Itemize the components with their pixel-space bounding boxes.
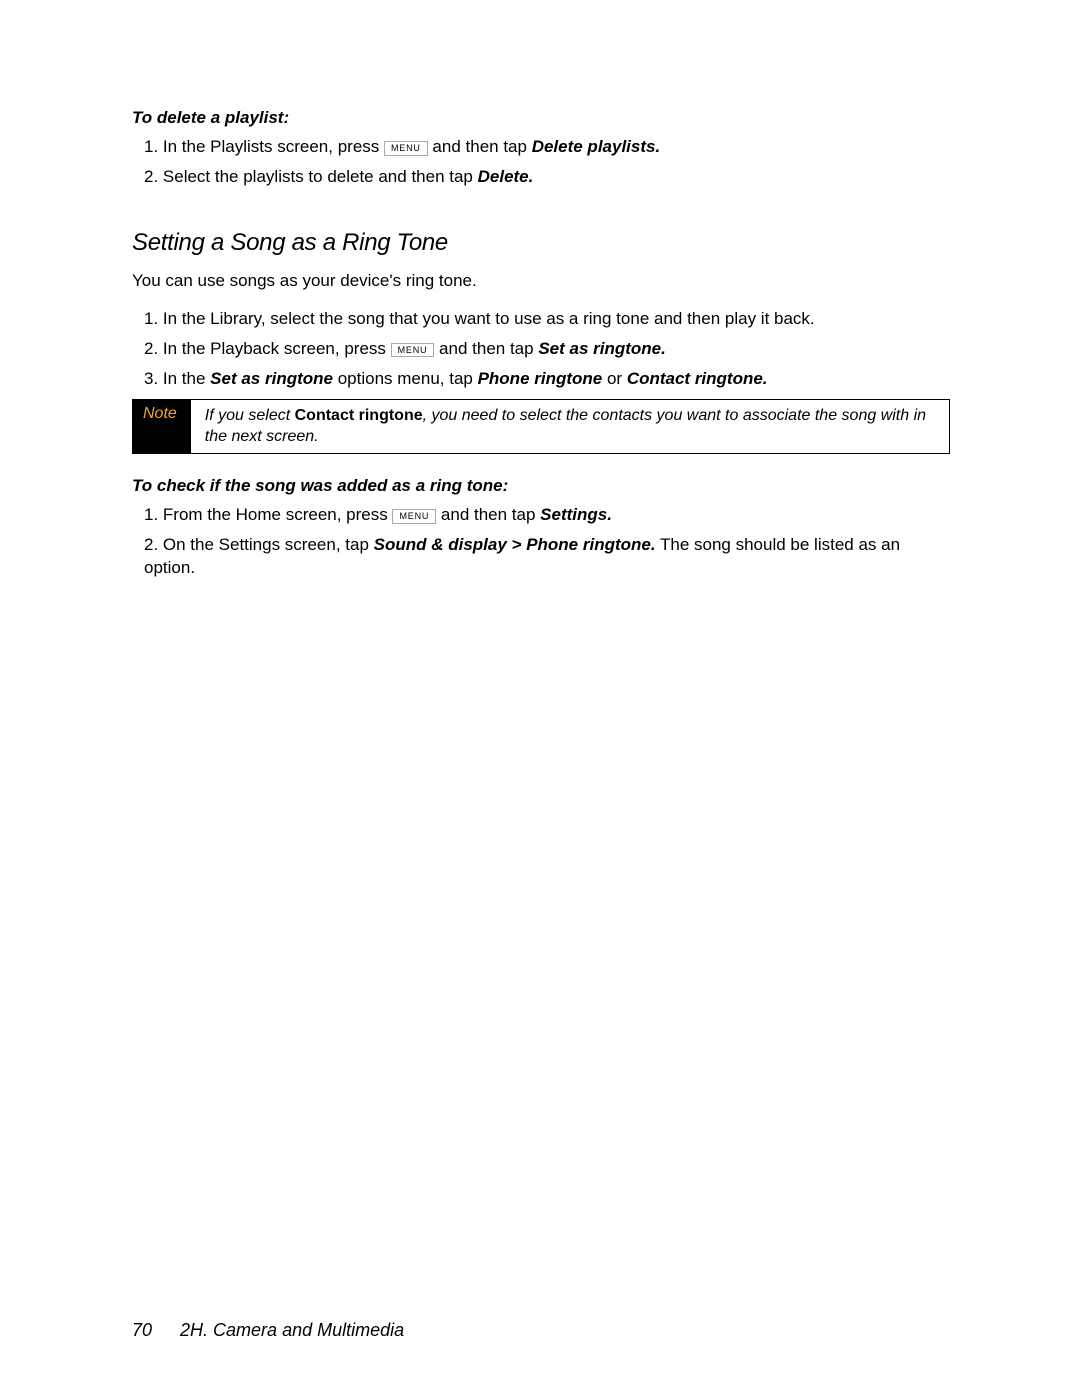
- option-label: Set as ringtone: [210, 369, 333, 388]
- menu-button-icon: MENU: [384, 141, 428, 156]
- action-label: Delete.: [478, 167, 534, 186]
- text: and then tap: [434, 339, 538, 358]
- delete-playlist-step-2: 2. Select the playlists to delete and th…: [132, 166, 950, 189]
- note-label: Note: [133, 400, 191, 453]
- action-label: Set as ringtone.: [538, 339, 666, 358]
- text: If you select: [205, 407, 295, 424]
- check-step-1: 1. From the Home screen, press MENU and …: [132, 504, 950, 527]
- text: 2. In the Playback screen, press: [144, 339, 391, 358]
- text: 1. In the Playlists screen, press: [144, 137, 384, 156]
- text: and then tap: [428, 137, 532, 156]
- menu-button-icon: MENU: [391, 343, 435, 358]
- text: or: [602, 369, 627, 388]
- option-label: Contact ringtone.: [627, 369, 768, 388]
- page-footer: 70 2H. Camera and Multimedia: [132, 1320, 404, 1341]
- check-step-2: 2. On the Settings screen, tap Sound & d…: [132, 534, 950, 580]
- ringtone-intro: You can use songs as your device's ring …: [132, 270, 950, 293]
- text: 3. In the: [144, 369, 210, 388]
- menu-button-icon: MENU: [392, 509, 436, 524]
- text: 2. On the Settings screen, tap: [144, 535, 374, 554]
- option-label: Phone ringtone: [478, 369, 603, 388]
- chapter-title: 2H. Camera and Multimedia: [180, 1320, 404, 1340]
- action-label: Settings.: [540, 505, 612, 524]
- check-ringtone-heading: To check if the song was added as a ring…: [132, 476, 950, 496]
- note-box: Note If you select Contact ringtone, you…: [132, 399, 950, 454]
- section-title-ringtone: Setting a Song as a Ring Tone: [132, 229, 950, 257]
- text: 2. Select the playlists to delete and th…: [144, 167, 478, 186]
- delete-playlist-heading: To delete a playlist:: [132, 108, 950, 128]
- note-text: If you select Contact ringtone, you need…: [191, 400, 949, 453]
- ringtone-step-1: 1. In the Library, select the song that …: [132, 308, 950, 331]
- text: 1. From the Home screen, press: [144, 505, 392, 524]
- page-content: To delete a playlist: 1. In the Playlist…: [0, 0, 1080, 580]
- delete-playlist-step-1: 1. In the Playlists screen, press MENU a…: [132, 136, 950, 159]
- bold-label: Contact ringtone: [295, 407, 423, 424]
- path-label: Sound & display > Phone ringtone.: [374, 535, 656, 554]
- text: and then tap: [436, 505, 540, 524]
- action-label: Delete playlists.: [532, 137, 661, 156]
- text: options menu, tap: [333, 369, 478, 388]
- ringtone-step-2: 2. In the Playback screen, press MENU an…: [132, 338, 950, 361]
- page-number: 70: [132, 1320, 152, 1340]
- ringtone-step-3: 3. In the Set as ringtone options menu, …: [132, 368, 950, 391]
